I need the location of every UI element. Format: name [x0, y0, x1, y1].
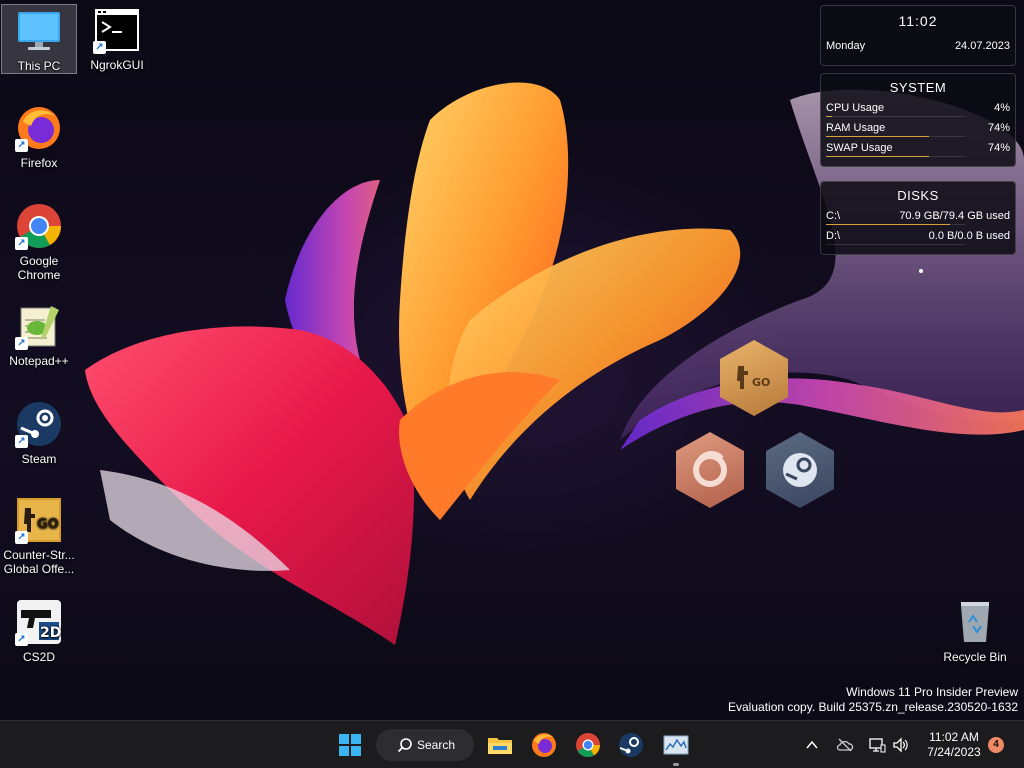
disk-row-label: C:\	[826, 210, 841, 222]
desktop-icon-label: NgrokGUI	[90, 58, 144, 72]
disk-usage-fill	[826, 224, 950, 225]
shortcut-arrow-icon: ↗	[15, 435, 28, 448]
desktop-icon-google-chrome[interactable]: ↗ Google Chrome	[1, 200, 77, 286]
taskbar: Search 11:02 AM 7/24/2023	[0, 720, 1024, 768]
system-row-label: RAM Usage	[826, 122, 886, 134]
system-usage-bar	[826, 136, 965, 137]
windows-watermark: Windows 11 Pro Insider Preview Evaluatio…	[728, 685, 1018, 715]
widget-clock-time: 11:02	[898, 13, 938, 29]
shortcut-arrow-icon: ↗	[15, 139, 28, 152]
clock-widget: 11:02 Monday 24.07.2023	[820, 5, 1016, 66]
desktop-icon-this-pc[interactable]: This PC	[1, 4, 77, 74]
system-widget: SYSTEM CPU Usage 4% RAM Usage 74% SWAP Usage…	[820, 73, 1016, 167]
svg-text:2D: 2D	[40, 625, 61, 641]
svg-text:GO: GO	[37, 517, 59, 532]
disks-widget: DISKS C:\ 70.9 GB/79.4 GB used D:\ 0.0 B/0.…	[820, 181, 1016, 255]
system-usage-bar	[826, 156, 965, 157]
system-row: SWAP Usage 74%	[821, 139, 1015, 159]
system-widget-title: SYSTEM	[889, 80, 947, 95]
system-row-value: 74%	[987, 142, 1010, 154]
notepadpp-icon: ↗	[15, 302, 63, 350]
watermark-edition: Windows 11 Pro Insider Preview	[846, 685, 1018, 699]
system-row-label: SWAP Usage	[826, 142, 893, 154]
disk-row: D:\ 0.0 B/0.0 B used	[821, 227, 1015, 247]
taskbar-file-explorer[interactable]	[484, 729, 516, 761]
folder-icon	[488, 738, 512, 754]
desktop-icon-recycle-bin[interactable]: Recycle Bin	[937, 596, 1013, 666]
windows-logo-icon	[339, 734, 361, 756]
csgo-icon: GO ↗	[15, 496, 63, 544]
network-icon[interactable]	[868, 736, 886, 754]
disk-row: C:\ 70.9 GB/79.4 GB used	[821, 207, 1015, 227]
disk-usage-bar	[826, 244, 965, 245]
disk-row-value: 0.0 B/0.0 B used	[928, 230, 1010, 242]
taskbar-firefox[interactable]	[528, 729, 560, 761]
taskbar-resource-monitor[interactable]	[660, 729, 692, 761]
desktop-icon-label: This PC	[17, 59, 61, 73]
taskbar-time: 11:02 AM	[929, 730, 979, 744]
system-row: RAM Usage 74%	[821, 119, 1015, 139]
monitor-graph-icon	[663, 735, 689, 755]
desktop-icon-label: Google Chrome	[17, 254, 61, 282]
recycle-bin-icon	[951, 598, 999, 646]
computer-icon	[15, 7, 63, 55]
shortcut-arrow-icon: ↗	[15, 531, 28, 544]
widget-clock-day: Monday	[826, 40, 866, 52]
chrome-icon	[576, 733, 600, 758]
cloud-offline-icon[interactable]	[836, 736, 854, 754]
desktop-icon-label: Firefox	[20, 156, 58, 170]
desktop-icon-label: Counter-Str... Global Offe...	[3, 548, 75, 576]
notification-badge[interactable]: 4	[988, 737, 1004, 753]
system-usage-fill	[826, 116, 832, 117]
taskbar-search-button[interactable]: Search	[376, 729, 474, 761]
volume-icon[interactable]	[892, 736, 910, 754]
desktop-icon-steam[interactable]: ↗ Steam	[1, 398, 77, 468]
svg-text:GO: GO	[752, 376, 770, 389]
cs2d-icon: 2D ↗	[15, 598, 63, 646]
steam-icon: ↗	[15, 400, 63, 448]
search-icon	[397, 738, 412, 753]
shortcut-arrow-icon: ↗	[93, 41, 106, 54]
system-row-label: CPU Usage	[826, 102, 885, 114]
taskbar-steam[interactable]	[615, 729, 647, 761]
system-usage-fill	[826, 156, 929, 157]
taskbar-date: 7/24/2023	[927, 745, 981, 759]
chevron-up-icon[interactable]	[805, 738, 819, 752]
chrome-icon: ↗	[15, 202, 63, 250]
taskbar-clock[interactable]: 11:02 AM 7/24/2023	[918, 730, 990, 760]
desktop-icon-notepadpp[interactable]: ↗ Notepad++	[1, 300, 77, 370]
firefox-icon	[532, 733, 556, 757]
desktop-icon-cs2d[interactable]: 2D ↗ CS2D	[1, 596, 77, 666]
shortcut-arrow-icon: ↗	[15, 337, 28, 350]
terminal-icon: ↗	[93, 6, 141, 54]
desktop-icon-ngrokgui[interactable]: ↗ NgrokGUI	[79, 4, 155, 74]
system-usage-bar	[826, 116, 965, 117]
shortcut-arrow-icon: ↗	[15, 633, 28, 646]
disk-row-label: D:\	[826, 230, 841, 242]
running-indicator	[673, 763, 679, 766]
desktop-icon-label: Notepad++	[9, 354, 69, 368]
steam-icon	[619, 733, 643, 757]
disks-widget-title: DISKS	[897, 188, 939, 203]
system-usage-fill	[826, 136, 929, 137]
system-row-value: 74%	[987, 122, 1010, 134]
system-row: CPU Usage 4%	[821, 99, 1015, 119]
disk-row-value: 70.9 GB/79.4 GB used	[899, 210, 1010, 222]
search-label: Search	[417, 738, 456, 752]
disk-usage-bar	[826, 224, 965, 225]
desktop-icon-firefox[interactable]: ↗ Firefox	[1, 102, 77, 172]
taskbar-chrome[interactable]	[572, 729, 604, 761]
system-row-value: 4%	[994, 102, 1010, 114]
firefox-icon: ↗	[15, 104, 63, 152]
desktop-icon-label: Recycle Bin	[943, 650, 1007, 664]
desktop-icon-csgo[interactable]: GO ↗ Counter-Str... Global Offe...	[1, 494, 77, 580]
desktop-icon-label: Steam	[21, 452, 57, 466]
desktop-icon-label: CS2D	[22, 650, 55, 664]
watermark-build: Evaluation copy. Build 25375.zn_release.…	[728, 700, 1018, 714]
widget-clock-date: 24.07.2023	[954, 40, 1010, 52]
shortcut-arrow-icon: ↗	[15, 237, 28, 250]
start-button[interactable]	[334, 729, 366, 761]
